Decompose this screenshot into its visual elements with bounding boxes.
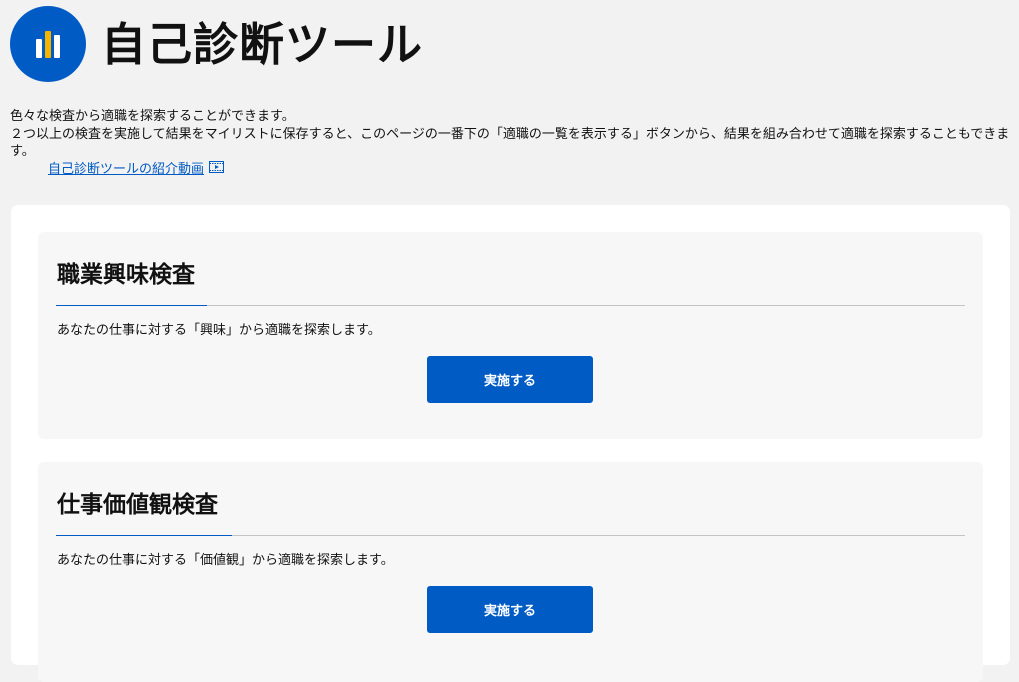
card-divider-accent — [56, 305, 207, 306]
video-link-label: 自己診断ツールの紹介動画 — [48, 161, 205, 177]
card-divider-accent — [56, 535, 232, 536]
test-card-interest: 職業興味検査 あなたの仕事に対する「興味」から適職を探索します。 実施する — [38, 232, 983, 439]
card-description: あなたの仕事に対する「価値観」から適職を探索します。 — [57, 553, 394, 568]
page-title: 自己診断ツール — [101, 17, 424, 71]
intro-line-1: 色々な検査から適職を探索することができます。 — [10, 109, 295, 124]
card-title: 仕事価値観検査 — [57, 492, 218, 518]
card-divider — [56, 305, 965, 306]
intro-text: 色々な検査から適職を探索することができます。 ２つ以上の検査を実施して結果をマイ… — [10, 108, 1010, 178]
bar-chart-icon — [36, 31, 60, 58]
card-title: 職業興味検査 — [57, 262, 195, 288]
card-divider — [56, 535, 965, 536]
logo — [10, 6, 86, 82]
test-card-values: 仕事価値観検査 あなたの仕事に対する「価値観」から適職を探索します。 実施する — [38, 462, 983, 682]
video-play-icon — [209, 160, 225, 179]
run-values-test-button[interactable]: 実施する — [427, 586, 593, 633]
card-description: あなたの仕事に対する「興味」から適職を探索します。 — [57, 323, 381, 338]
page-header: 自己診断ツール — [10, 6, 423, 82]
intro-video-link[interactable]: 自己診断ツールの紹介動画 — [48, 160, 225, 179]
run-interest-test-button[interactable]: 実施する — [427, 356, 593, 403]
intro-line-2: ２つ以上の検査を実施して結果をマイリストに保存すると、このページの一番下の「適職… — [10, 126, 1010, 160]
test-list-panel: 職業興味検査 あなたの仕事に対する「興味」から適職を探索します。 実施する 仕事… — [11, 205, 1010, 682]
